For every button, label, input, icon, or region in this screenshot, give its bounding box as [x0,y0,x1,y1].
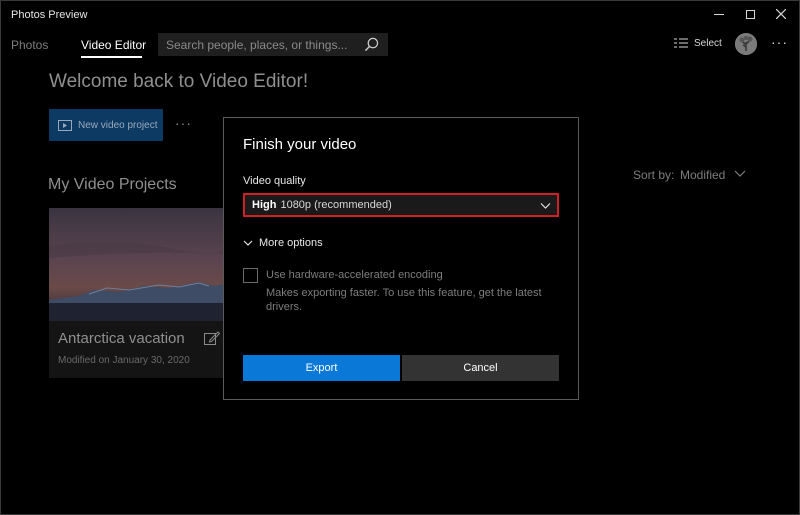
export-button[interactable]: Export [243,355,400,381]
select-label: Select [694,37,722,49]
select-button[interactable]: Select [674,37,722,49]
more-icon[interactable]: ··· [175,115,192,131]
search-icon[interactable] [364,37,379,52]
tab-video-editor[interactable]: Video Editor [81,38,146,52]
cancel-button[interactable]: Cancel [402,355,559,381]
close-icon [776,9,786,19]
minimize-button[interactable] [704,4,734,24]
quality-detail: 1080p (recommended) [280,199,392,211]
select-icon [674,38,688,48]
project-card[interactable]: Antarctica vacation Modified on January … [49,208,225,378]
project-modified-date: Modified on January 30, 2020 [58,355,190,366]
sort-label: Sort by: [633,168,675,182]
finish-video-dialog: Finish your video Video quality High 108… [223,117,579,400]
section-title: My Video Projects [48,176,177,193]
page-title: Welcome back to Video Editor! [49,71,309,92]
chevron-down-icon[interactable] [734,168,746,178]
project-thumbnail [49,208,225,321]
maximize-icon [745,9,755,19]
search-box [158,33,388,56]
project-title: Antarctica vacation [58,330,185,347]
hardware-encoding-checkbox[interactable] [243,268,258,283]
dialog-title: Finish your video [243,136,357,153]
new-video-project-label: New video project [78,119,158,131]
avatar-image [735,33,757,55]
active-tab-indicator [81,56,142,58]
video-project-icon [58,119,72,131]
close-button[interactable] [766,4,796,24]
search-input[interactable] [158,33,358,56]
nav-bar: Photos Video Editor Select [1,29,799,59]
more-icon[interactable]: ··· [771,34,788,50]
edit-icon[interactable] [204,331,220,345]
video-quality-label: Video quality [243,175,306,187]
chevron-down-icon [540,203,551,209]
maximize-button[interactable] [735,4,765,24]
more-options-label: More options [259,237,323,249]
title-bar: Photos Preview [1,1,799,29]
quality-level: High [252,199,277,211]
app-window: Photos Preview Photos Video Editor Searc… [0,0,800,515]
chevron-down-icon [243,240,253,246]
sort-dropdown[interactable]: Modified [680,168,725,182]
more-options-toggle[interactable]: More options [243,237,323,249]
hardware-encoding-description: Makes exporting faster. To use this feat… [266,287,542,313]
minimize-icon [714,13,724,15]
avatar[interactable] [735,33,757,55]
tab-photos[interactable]: Photos [11,38,48,52]
hardware-encoding-label: Use hardware-accelerated encoding [266,269,443,281]
new-video-project-button[interactable]: New video project [49,109,163,141]
app-title: Photos Preview [11,9,88,21]
video-quality-dropdown[interactable]: High 1080p (recommended) [243,193,559,217]
